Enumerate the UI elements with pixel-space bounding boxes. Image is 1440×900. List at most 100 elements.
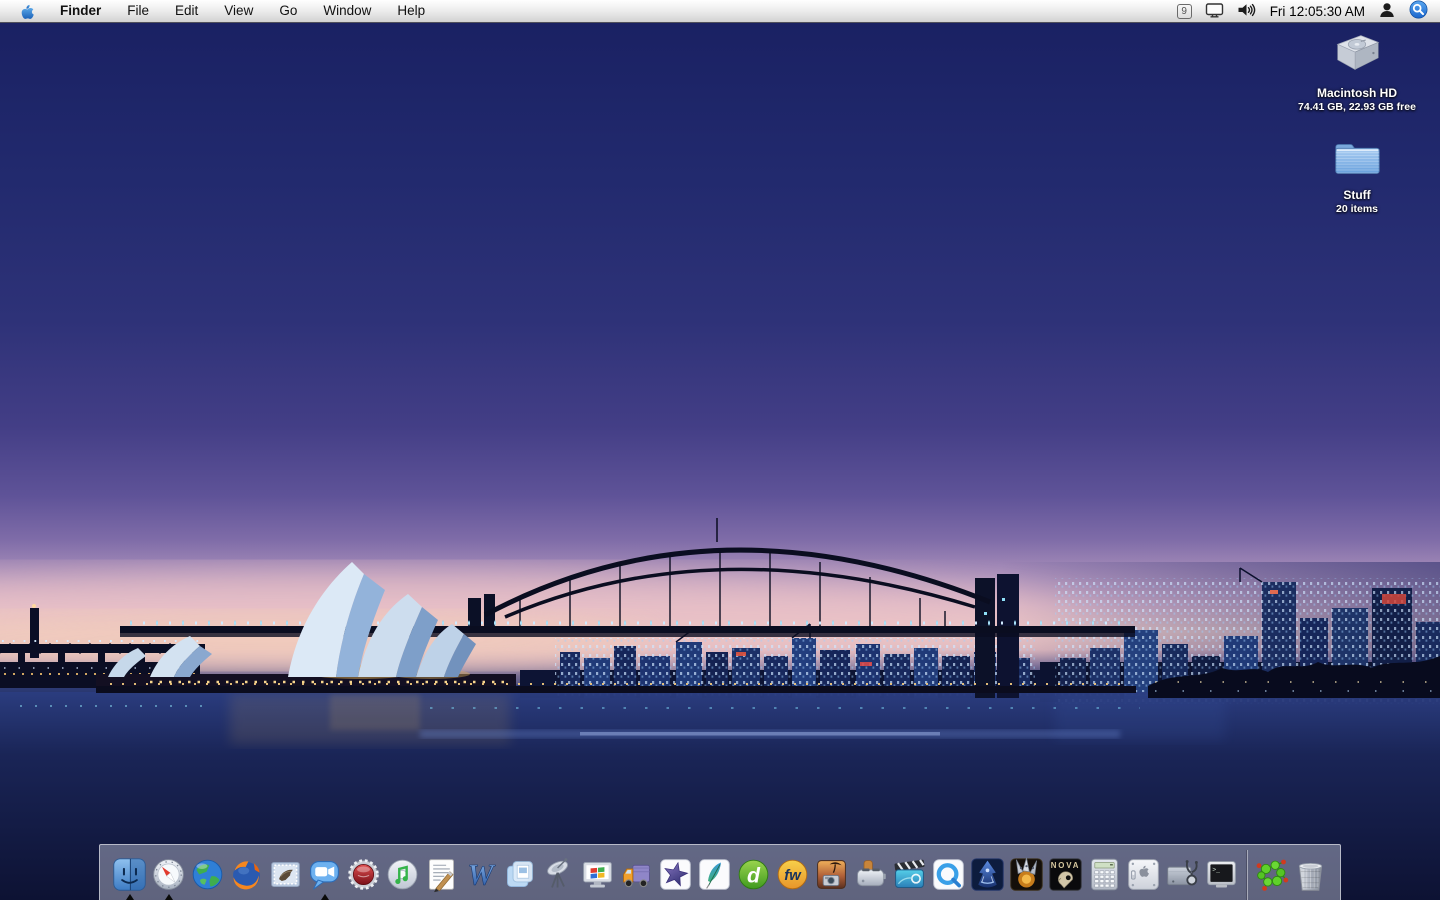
firefox-icon — [233, 861, 260, 890]
dock-photoshop[interactable] — [695, 850, 734, 900]
desktop-icon-label: Macintosh HD — [1316, 86, 1397, 100]
desktop-icon-info: 74.41 GB, 22.93 GB free — [1298, 101, 1416, 113]
disk-utility-icon — [1167, 860, 1198, 886]
trash-icon — [1298, 862, 1323, 891]
transmit-truck-icon — [623, 864, 650, 888]
globe-browser-icon — [192, 859, 223, 890]
svg-text:fw: fw — [784, 868, 802, 884]
dock-globe-browser[interactable] — [188, 850, 227, 900]
claw-game-icon — [1010, 857, 1043, 891]
dock-transmit[interactable] — [617, 850, 656, 900]
menu-bar-status: 9 Fri 12:05:30 AM — [1176, 0, 1440, 22]
svg-text:>_: >_ — [1212, 867, 1220, 874]
dock-wizard-game[interactable] — [968, 850, 1007, 900]
spotlight-icon[interactable] — [1409, 0, 1428, 22]
screen: Finder File Edit View Go Window Help 9 F… — [0, 0, 1440, 900]
molecule-icon — [1256, 859, 1289, 891]
menu-item-file[interactable]: File — [114, 0, 162, 22]
menu-item-view[interactable]: View — [211, 0, 266, 22]
iphoto-icon — [817, 860, 846, 889]
dock-claw-game[interactable] — [1007, 850, 1046, 900]
apple-menu[interactable] — [14, 3, 47, 20]
safari-icon — [153, 859, 184, 890]
dock-bottlecap-app[interactable] — [344, 850, 383, 900]
fast-user-switching-icon[interactable] — [1378, 1, 1396, 21]
menu-item-finder[interactable]: Finder — [47, 0, 114, 22]
wizard-game-icon — [971, 858, 1004, 891]
finder-icon — [113, 858, 146, 891]
dock-imovie[interactable] — [890, 850, 929, 900]
dock-fireworks[interactable]: fw — [773, 850, 812, 900]
svg-text:W: W — [467, 860, 496, 892]
dock-separator — [1241, 850, 1252, 900]
dock-dreamweaver[interactable]: d — [734, 850, 773, 900]
dock-molecule-document[interactable] — [1252, 850, 1291, 900]
dock-quicktime[interactable] — [929, 850, 968, 900]
hard-drive-icon — [1328, 30, 1386, 83]
desktop-icon-macintosh-hd[interactable]: Macintosh HD 74.41 GB, 22.93 GB free — [1292, 30, 1422, 113]
dock-powerpoint[interactable] — [500, 850, 539, 900]
dock-itunes[interactable] — [383, 850, 422, 900]
menu-item-help[interactable]: Help — [384, 0, 438, 22]
menu-bar-left: Finder File Edit View Go Window Help — [0, 0, 438, 22]
menu-item-go[interactable]: Go — [266, 0, 310, 22]
dock-satellite-dish-app[interactable] — [539, 850, 578, 900]
dock-virtual-pc[interactable] — [578, 850, 617, 900]
folder-icon — [1330, 134, 1384, 185]
apple-icon — [21, 4, 34, 19]
ichat-icon — [310, 860, 339, 890]
dock: W d fw NOVA >_ — [99, 844, 1341, 900]
toast-toaster-icon — [857, 860, 886, 887]
classic-environment-icon[interactable]: 9 — [1176, 3, 1192, 19]
desktop-icon-label: Stuff — [1343, 188, 1371, 202]
dock-imageready[interactable] — [656, 850, 695, 900]
itunes-icon — [387, 859, 418, 890]
dock-finder[interactable] — [110, 850, 149, 900]
imageready-starfish-icon — [660, 859, 691, 890]
dock-ichat[interactable] — [305, 850, 344, 900]
menu-item-edit[interactable]: Edit — [162, 0, 211, 22]
desktop-icon-stuff-folder[interactable]: Stuff 20 items — [1297, 134, 1417, 215]
running-indicator — [164, 894, 173, 900]
quicktime-icon — [933, 859, 964, 890]
desktop[interactable]: Macintosh HD 74.41 GB, 22.93 GB free Stu… — [0, 22, 1440, 900]
menu-bar: Finder File Edit View Go Window Help 9 F… — [0, 0, 1440, 23]
dock-toast[interactable] — [851, 850, 890, 900]
terminal-icon: >_ — [1207, 861, 1236, 888]
dock-disk-utility[interactable] — [1163, 850, 1202, 900]
running-indicator — [125, 894, 134, 900]
system-preferences-icon — [1128, 859, 1159, 890]
dock-word[interactable]: W — [461, 850, 500, 900]
virtual-pc-icon — [583, 862, 612, 888]
dock-system-preferences[interactable] — [1124, 850, 1163, 900]
desktop-icon-info: 20 items — [1335, 203, 1379, 215]
textedit-icon — [429, 859, 454, 893]
menu-clock[interactable]: Fri 12:05:30 AM — [1270, 4, 1365, 19]
ev-nova-icon: NOVA — [1049, 858, 1082, 891]
wallpaper-sydney-harbour — [0, 518, 1440, 900]
menu-item-window[interactable]: Window — [310, 0, 384, 22]
dock-safari[interactable] — [149, 850, 188, 900]
svg-text:d: d — [747, 863, 761, 887]
dock-trash[interactable] — [1291, 850, 1330, 900]
dreamweaver-icon: d — [738, 859, 769, 890]
dock-ev-nova[interactable]: NOVA — [1046, 850, 1085, 900]
dock-firefox[interactable] — [227, 850, 266, 900]
displays-icon[interactable] — [1205, 1, 1224, 22]
dock-textedit[interactable] — [422, 850, 461, 900]
calculator-icon — [1091, 858, 1118, 891]
imovie-clapper-icon — [894, 859, 925, 888]
mail-icon — [271, 862, 300, 887]
running-indicator — [320, 894, 329, 900]
dock-mail[interactable] — [266, 850, 305, 900]
powerpoint-icon — [507, 861, 533, 887]
dock-calculator[interactable] — [1085, 850, 1124, 900]
fireworks-icon: fw — [777, 859, 808, 890]
photoshop-feather-icon — [699, 859, 730, 890]
volume-icon[interactable] — [1237, 1, 1257, 22]
svg-text:NOVA: NOVA — [1051, 861, 1081, 870]
word-icon: W — [467, 859, 497, 892]
satellite-dish-icon — [547, 858, 568, 888]
dock-terminal[interactable]: >_ — [1202, 850, 1241, 900]
dock-iphoto[interactable] — [812, 850, 851, 900]
